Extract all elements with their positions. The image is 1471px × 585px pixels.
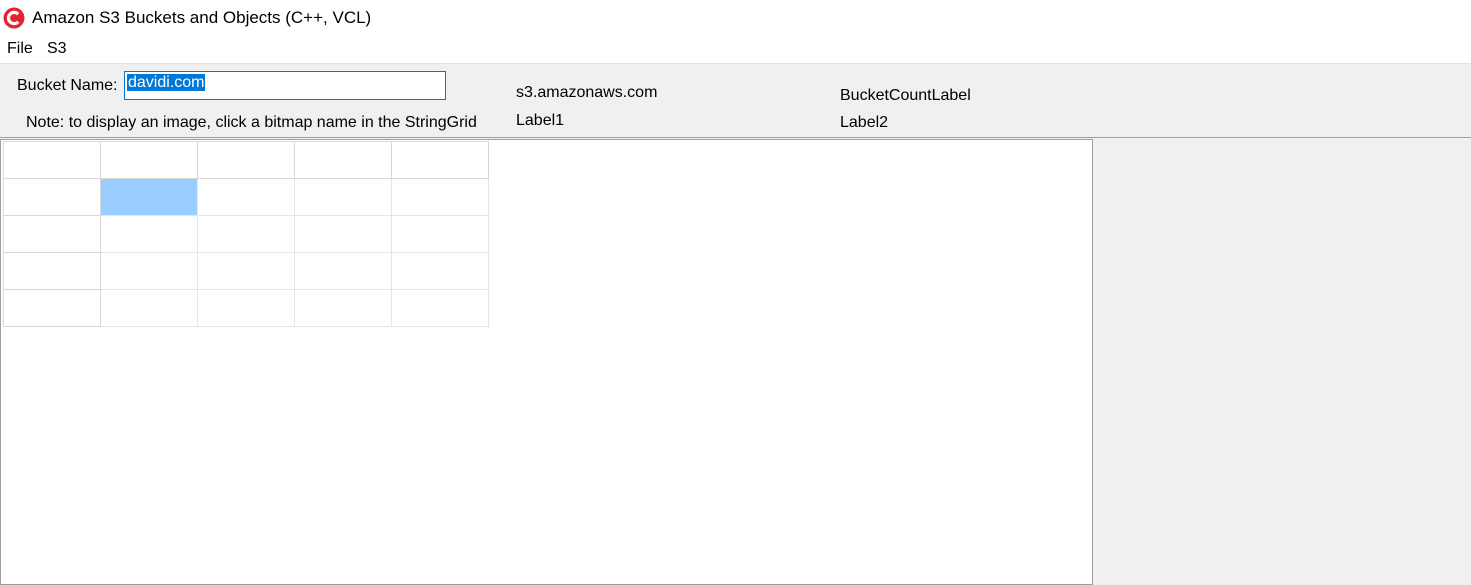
menu-s3[interactable]: S3	[47, 40, 67, 58]
note-label: Note: to display an image, click a bitma…	[26, 114, 477, 131]
grid-cell[interactable]	[391, 178, 489, 216]
window-title: Amazon S3 Buckets and Objects (C++, VCL)	[32, 8, 372, 27]
image-display-area	[0, 139, 1093, 585]
menu-file[interactable]: File	[7, 40, 33, 58]
grid-cell[interactable]	[197, 215, 295, 253]
grid-cell[interactable]	[3, 141, 101, 179]
grid-cell[interactable]	[100, 252, 198, 290]
grid-cell[interactable]	[3, 289, 101, 327]
app-window: Amazon S3 Buckets and Objects (C++, VCL)…	[0, 0, 1471, 585]
grid-cell[interactable]	[3, 178, 101, 216]
grid-row	[3, 252, 489, 290]
grid-cell[interactable]	[100, 141, 198, 179]
grid-cell[interactable]	[3, 252, 101, 290]
grid-row	[3, 289, 489, 327]
grid-row	[3, 215, 489, 253]
grid-cell[interactable]	[197, 252, 295, 290]
host-label: s3.amazonaws.com	[516, 84, 658, 101]
grid-cell[interactable]	[391, 289, 489, 327]
grid-row	[3, 141, 489, 179]
grid-cell[interactable]	[100, 178, 198, 216]
grid-cell[interactable]	[100, 215, 198, 253]
grid-cell[interactable]	[294, 252, 392, 290]
bucket-name-value: davidi.com	[127, 74, 206, 91]
grid-cell[interactable]	[3, 215, 101, 253]
grid-cell[interactable]	[197, 178, 295, 216]
right-panel	[1093, 139, 1471, 585]
label1: Label1	[516, 112, 565, 129]
grid-cell[interactable]	[294, 178, 392, 216]
bucket-name-input[interactable]: davidi.com	[124, 71, 446, 100]
string-grid[interactable]	[3, 141, 489, 327]
grid-cell[interactable]	[391, 215, 489, 253]
top-panel: Bucket Name: davidi.com Note: to display…	[0, 63, 1471, 138]
grid-cell[interactable]	[197, 141, 295, 179]
grid-cell[interactable]	[100, 289, 198, 327]
grid-cell[interactable]	[391, 141, 489, 179]
grid-cell[interactable]	[294, 289, 392, 327]
grid-cell[interactable]	[294, 141, 392, 179]
grid-cell[interactable]	[197, 289, 295, 327]
title-bar[interactable]: Amazon S3 Buckets and Objects (C++, VCL)	[0, 0, 1471, 36]
menu-bar: File S3	[0, 36, 1471, 63]
grid-row	[3, 178, 489, 216]
label2: Label2	[840, 114, 889, 131]
bucket-name-label: Bucket Name:	[17, 77, 118, 94]
cbuilder-logo-icon	[3, 7, 25, 29]
grid-cell[interactable]	[391, 252, 489, 290]
bucket-count-label: BucketCountLabel	[840, 87, 971, 104]
grid-cell[interactable]	[294, 215, 392, 253]
